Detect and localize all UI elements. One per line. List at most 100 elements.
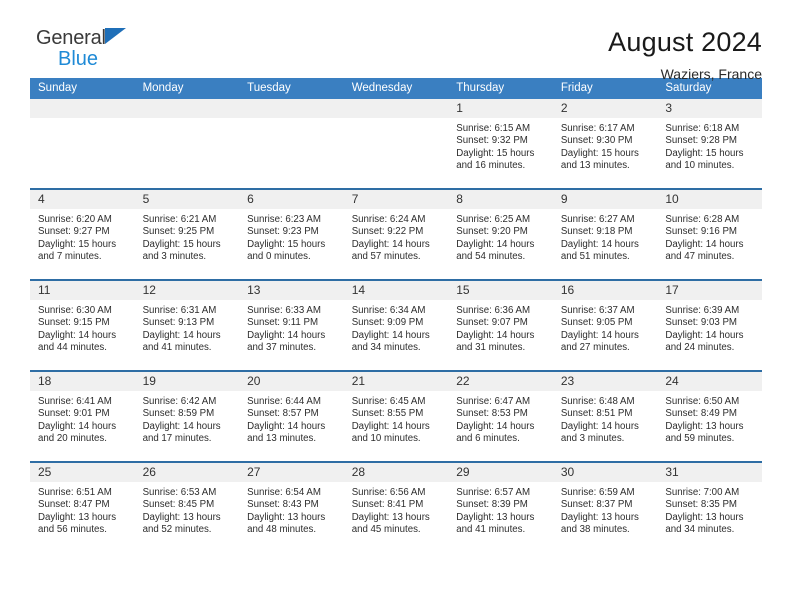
daylight-text: Daylight: 15 hours and 3 minutes. (142, 238, 221, 262)
calendar-day-cell[interactable]: 9 Sunrise: 6:27 AM Sunset: 9:18 PM Daylight… (552, 188, 658, 280)
calendar-day-cell[interactable]: 27 Sunrise: 6:54 AM Sunset: 8:43 PM Dayligh… (239, 461, 344, 552)
calendar-week-row: 1 Sunrise: 6:15 AM Sunset: 9:32 PM Daylight… (30, 99, 762, 189)
day-cell-inner: 24 Sunrise: 6:50 AM Sunset: 8:49 PM Dayligh… (657, 372, 762, 461)
weekday-header-monday: Monday (134, 78, 240, 99)
day-cell-inner: 16 Sunrise: 6:37 AM Sunset: 9:05 PM Dayligh… (552, 281, 658, 370)
calendar-day-cell[interactable]: 8 Sunrise: 6:25 AM Sunset: 9:20 PM Daylight… (448, 188, 553, 280)
calendar-day-cell[interactable]: 1 Sunrise: 6:15 AM Sunset: 9:32 PM Daylight… (448, 99, 553, 189)
calendar-day-cell[interactable]: 7 Sunrise: 6:24 AM Sunset: 9:22 PM Daylight… (343, 188, 449, 280)
day-number: 16 (552, 281, 658, 300)
day-details: Sunrise: 6:28 AM Sunset: 9:16 PM Daylight:… (657, 209, 762, 263)
weekday-header-tuesday: Tuesday (239, 78, 344, 99)
calendar-day-cell[interactable]: 19 Sunrise: 6:42 AM Sunset: 8:59 PM Dayligh… (134, 370, 240, 462)
sunrise-text: Sunrise: 6:47 AM (456, 396, 531, 407)
calendar-day-cell[interactable]: 4 Sunrise: 6:20 AM Sunset: 9:27 PM Daylight… (30, 188, 135, 280)
sunset-text: Sunset: 8:47 PM (38, 499, 110, 511)
day-details: Sunrise: 6:34 AM Sunset: 9:09 PM Daylight:… (344, 300, 449, 354)
calendar-day-cell-empty (134, 99, 240, 189)
day-number: 8 (448, 190, 553, 209)
day-details: Sunrise: 6:51 AM Sunset: 8:47 PM Daylight:… (30, 482, 135, 536)
day-details: Sunrise: 6:31 AM Sunset: 9:13 PM Daylight:… (135, 300, 240, 354)
calendar-week-row: 25 Sunrise: 6:51 AM Sunset: 8:47 PM Dayligh… (30, 461, 762, 552)
day-details: Sunrise: 6:37 AM Sunset: 9:05 PM Daylight:… (553, 300, 658, 354)
title-block: August 2024 Waziers, France (608, 26, 762, 84)
daylight-text: Daylight: 13 hours and 56 minutes. (38, 511, 117, 535)
daylight-text: Daylight: 14 hours and 6 minutes. (456, 420, 535, 444)
day-details: Sunrise: 6:23 AM Sunset: 9:23 PM Daylight:… (239, 209, 344, 263)
logo-text-blue: Blue (58, 48, 99, 70)
day-number: 4 (30, 190, 135, 209)
day-cell-inner: 4 Sunrise: 6:20 AM Sunset: 9:27 PM Daylight… (30, 190, 135, 279)
calendar-day-cell[interactable]: 26 Sunrise: 6:53 AM Sunset: 8:45 PM Dayligh… (134, 461, 240, 552)
daylight-text: Daylight: 13 hours and 52 minutes. (142, 511, 221, 535)
calendar-day-cell[interactable]: 22 Sunrise: 6:47 AM Sunset: 8:53 PM Dayligh… (448, 370, 553, 462)
day-number: 27 (239, 463, 344, 482)
day-cell-inner: 17 Sunrise: 6:39 AM Sunset: 9:03 PM Dayligh… (657, 281, 762, 370)
day-number: 24 (657, 372, 762, 391)
daylight-text: Daylight: 13 hours and 45 minutes. (351, 511, 430, 535)
sunrise-text: Sunrise: 6:51 AM (38, 487, 112, 498)
calendar-day-cell[interactable]: 14 Sunrise: 6:34 AM Sunset: 9:09 PM Dayligh… (343, 279, 449, 371)
calendar-day-cell[interactable]: 21 Sunrise: 6:45 AM Sunset: 8:55 PM Dayligh… (343, 370, 449, 462)
day-details: Sunrise: 6:42 AM Sunset: 8:59 PM Daylight:… (135, 391, 240, 445)
day-number: 7 (343, 190, 449, 209)
day-details: Sunrise: 6:33 AM Sunset: 9:11 PM Daylight:… (239, 300, 344, 354)
sunrise-text: Sunrise: 6:42 AM (142, 396, 217, 407)
day-details: Sunrise: 6:15 AM Sunset: 9:32 PM Daylight:… (448, 118, 553, 172)
day-cell-inner (30, 99, 135, 188)
weekday-header-thursday: Thursday (448, 78, 553, 99)
calendar-day-cell[interactable]: 29 Sunrise: 6:57 AM Sunset: 8:39 PM Dayligh… (448, 461, 553, 552)
calendar-day-cell[interactable]: 18 Sunrise: 6:41 AM Sunset: 9:01 PM Dayligh… (30, 370, 135, 462)
day-cell-inner: 11 Sunrise: 6:30 AM Sunset: 9:15 PM Dayligh… (30, 281, 135, 370)
daylight-text: Daylight: 13 hours and 34 minutes. (665, 511, 744, 535)
calendar-day-cell[interactable]: 3 Sunrise: 6:18 AM Sunset: 9:28 PM Daylight… (657, 99, 762, 189)
calendar-day-cell[interactable]: 25 Sunrise: 6:51 AM Sunset: 8:47 PM Dayligh… (30, 461, 135, 552)
day-number: 12 (134, 281, 240, 300)
day-cell-inner: 29 Sunrise: 6:57 AM Sunset: 8:39 PM Dayligh… (448, 463, 553, 552)
sunrise-text: Sunrise: 6:54 AM (247, 487, 321, 498)
sunset-text: Sunset: 9:09 PM (351, 317, 424, 329)
calendar-day-cell[interactable]: 17 Sunrise: 6:39 AM Sunset: 9:03 PM Dayligh… (657, 279, 762, 371)
calendar-day-cell[interactable]: 30 Sunrise: 6:59 AM Sunset: 8:37 PM Dayligh… (552, 461, 658, 552)
calendar-day-cell[interactable]: 20 Sunrise: 6:44 AM Sunset: 8:57 PM Dayligh… (239, 370, 344, 462)
calendar-day-cell[interactable]: 12 Sunrise: 6:31 AM Sunset: 9:13 PM Dayligh… (134, 279, 240, 371)
calendar-day-cell[interactable]: 24 Sunrise: 6:50 AM Sunset: 8:49 PM Dayligh… (657, 370, 762, 462)
day-cell-inner (343, 99, 449, 188)
day-details: Sunrise: 6:17 AM Sunset: 9:30 PM Daylight:… (553, 118, 658, 172)
daylight-text: Daylight: 14 hours and 37 minutes. (247, 329, 326, 353)
day-cell-inner (239, 99, 344, 188)
daylight-text: Daylight: 15 hours and 13 minutes. (560, 147, 639, 171)
calendar-day-cell[interactable]: 10 Sunrise: 6:28 AM Sunset: 9:16 PM Dayligh… (657, 188, 762, 280)
day-details: Sunrise: 6:36 AM Sunset: 9:07 PM Daylight:… (448, 300, 553, 354)
day-cell-inner: 18 Sunrise: 6:41 AM Sunset: 9:01 PM Dayligh… (30, 372, 135, 461)
daylight-text: Daylight: 14 hours and 17 minutes. (142, 420, 221, 444)
day-details: Sunrise: 6:59 AM Sunset: 8:37 PM Daylight:… (553, 482, 658, 536)
calendar-day-cell[interactable]: 5 Sunrise: 6:21 AM Sunset: 9:25 PM Daylight… (134, 188, 240, 280)
day-number: 18 (30, 372, 135, 391)
calendar-day-cell[interactable]: 31 Sunrise: 7:00 AM Sunset: 8:35 PM Dayligh… (657, 461, 762, 552)
calendar-day-cell[interactable]: 11 Sunrise: 6:30 AM Sunset: 9:15 PM Dayligh… (30, 279, 135, 371)
calendar-day-cell[interactable]: 28 Sunrise: 6:56 AM Sunset: 8:41 PM Dayligh… (343, 461, 449, 552)
sunrise-text: Sunrise: 6:23 AM (247, 214, 321, 225)
calendar-day-cell[interactable]: 15 Sunrise: 6:36 AM Sunset: 9:07 PM Dayligh… (448, 279, 553, 371)
calendar-day-cell[interactable]: 16 Sunrise: 6:37 AM Sunset: 9:05 PM Dayligh… (552, 279, 658, 371)
sunset-text: Sunset: 8:51 PM (560, 408, 633, 420)
day-cell-inner: 31 Sunrise: 7:00 AM Sunset: 8:35 PM Dayligh… (657, 463, 762, 552)
daylight-text: Daylight: 14 hours and 27 minutes. (560, 329, 639, 353)
calendar-week-row: 4 Sunrise: 6:20 AM Sunset: 9:27 PM Daylight… (30, 188, 762, 280)
sunrise-text: Sunrise: 6:37 AM (560, 305, 635, 316)
sunrise-text: Sunrise: 6:24 AM (351, 214, 426, 225)
sunrise-text: Sunrise: 6:59 AM (560, 487, 635, 498)
calendar-day-cell[interactable]: 2 Sunrise: 6:17 AM Sunset: 9:30 PM Daylight… (552, 99, 658, 189)
sunset-text: Sunset: 9:07 PM (456, 317, 528, 329)
daylight-text: Daylight: 14 hours and 41 minutes. (142, 329, 221, 353)
generalblue-logo[interactable]: General Blue (30, 26, 150, 70)
calendar-day-cell[interactable]: 13 Sunrise: 6:33 AM Sunset: 9:11 PM Dayligh… (239, 279, 344, 371)
calendar-day-cell[interactable]: 6 Sunrise: 6:23 AM Sunset: 9:23 PM Daylight… (239, 188, 344, 280)
day-number: 17 (657, 281, 762, 300)
day-cell-inner: 12 Sunrise: 6:31 AM Sunset: 9:13 PM Dayligh… (134, 281, 240, 370)
day-cell-inner: 3 Sunrise: 6:18 AM Sunset: 9:28 PM Daylight… (657, 99, 762, 188)
calendar-day-cell[interactable]: 23 Sunrise: 6:48 AM Sunset: 8:51 PM Dayligh… (552, 370, 658, 462)
sunset-text: Sunset: 9:16 PM (665, 226, 737, 238)
day-cell-inner: 28 Sunrise: 6:56 AM Sunset: 8:41 PM Dayligh… (343, 463, 449, 552)
